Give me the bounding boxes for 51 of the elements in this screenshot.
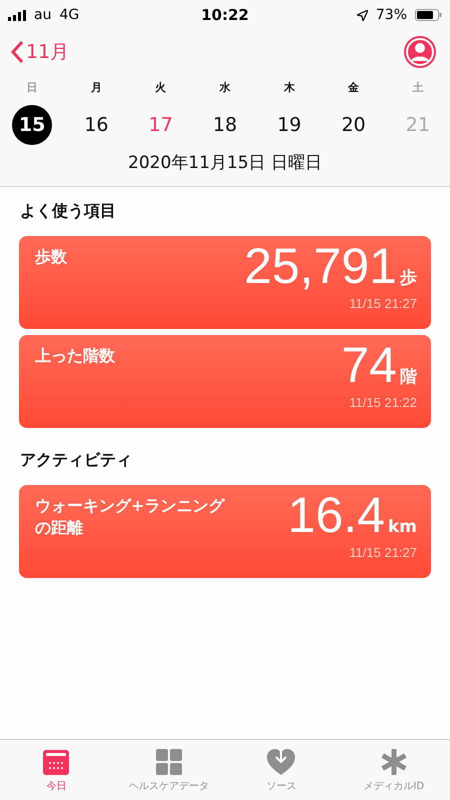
day-button[interactable]: 16 [76,105,116,145]
day-button[interactable]: 19 [269,105,310,145]
metric-label: ウォーキング+ランニングの距離 [35,495,226,540]
metric-card[interactable]: ウォーキング+ランニングの距離 16.4 km 11/15 21:27 [19,485,431,578]
tab-button[interactable]: メディカルID [338,740,450,800]
metric-label: 上った階数 [35,345,115,367]
battery-icon [415,9,442,21]
weekday-label: 金 [348,80,360,95]
metric-label: 歩数 [35,246,67,268]
metric-unit: km [388,517,417,537]
weekday-label: 日 [26,80,38,95]
heart-arrow-icon [266,748,296,776]
metric-unit: 階 [400,366,417,388]
network-type: 4G [59,7,80,23]
location-arrow-icon [356,10,368,20]
weekday-label: 火 [155,80,166,95]
metric-time: 11/15 21:22 [349,394,417,410]
signal-icon [8,10,26,20]
section-title: アクティビティ [20,450,133,471]
tab-button[interactable]: ヘルスケアデータ [112,740,225,800]
metric-card[interactable]: 上った階数 74 階 11/15 21:22 [19,335,431,428]
day-button[interactable]: 15 [12,105,52,145]
day-button[interactable]: 17 [140,105,181,145]
metric-time: 11/15 21:27 [349,544,417,560]
tab-button[interactable]: 今日 [0,740,112,800]
grid-icon [154,748,183,776]
weekday-label: 月 [90,80,102,95]
weekday-label: 水 [219,80,230,95]
section-title: よく使う項目 [20,201,117,222]
metric-card[interactable]: 歩数 25,791 歩 11/15 21:27 [19,236,431,329]
chevron-left-icon [10,40,24,64]
metric-value: 16.4 [288,487,385,544]
day-button[interactable]: 18 [204,105,245,145]
metric-value: 74 [341,337,397,394]
back-button[interactable]: 11月 [10,39,70,65]
calendar-icon [42,748,70,776]
profile-icon[interactable] [404,36,436,68]
battery-percent: 73% [376,7,407,23]
carrier-name: au [34,7,52,23]
metric-time: 11/15 21:27 [349,296,417,310]
back-label[interactable]: 11月 [26,39,70,65]
date-heading: 2020年11月15日 日曜日 [127,152,323,175]
metric-unit: 歩 [400,267,417,289]
day-button[interactable]: 21 [398,105,438,145]
weekday-label: 土 [412,80,424,95]
metric-value: 25,791 [244,238,397,296]
weekday-label: 木 [284,80,295,95]
day-button[interactable]: 20 [334,105,374,145]
tab-button[interactable]: ソース [225,740,338,800]
asterisk-icon [380,748,408,776]
status-time: 10:22 [201,6,249,24]
